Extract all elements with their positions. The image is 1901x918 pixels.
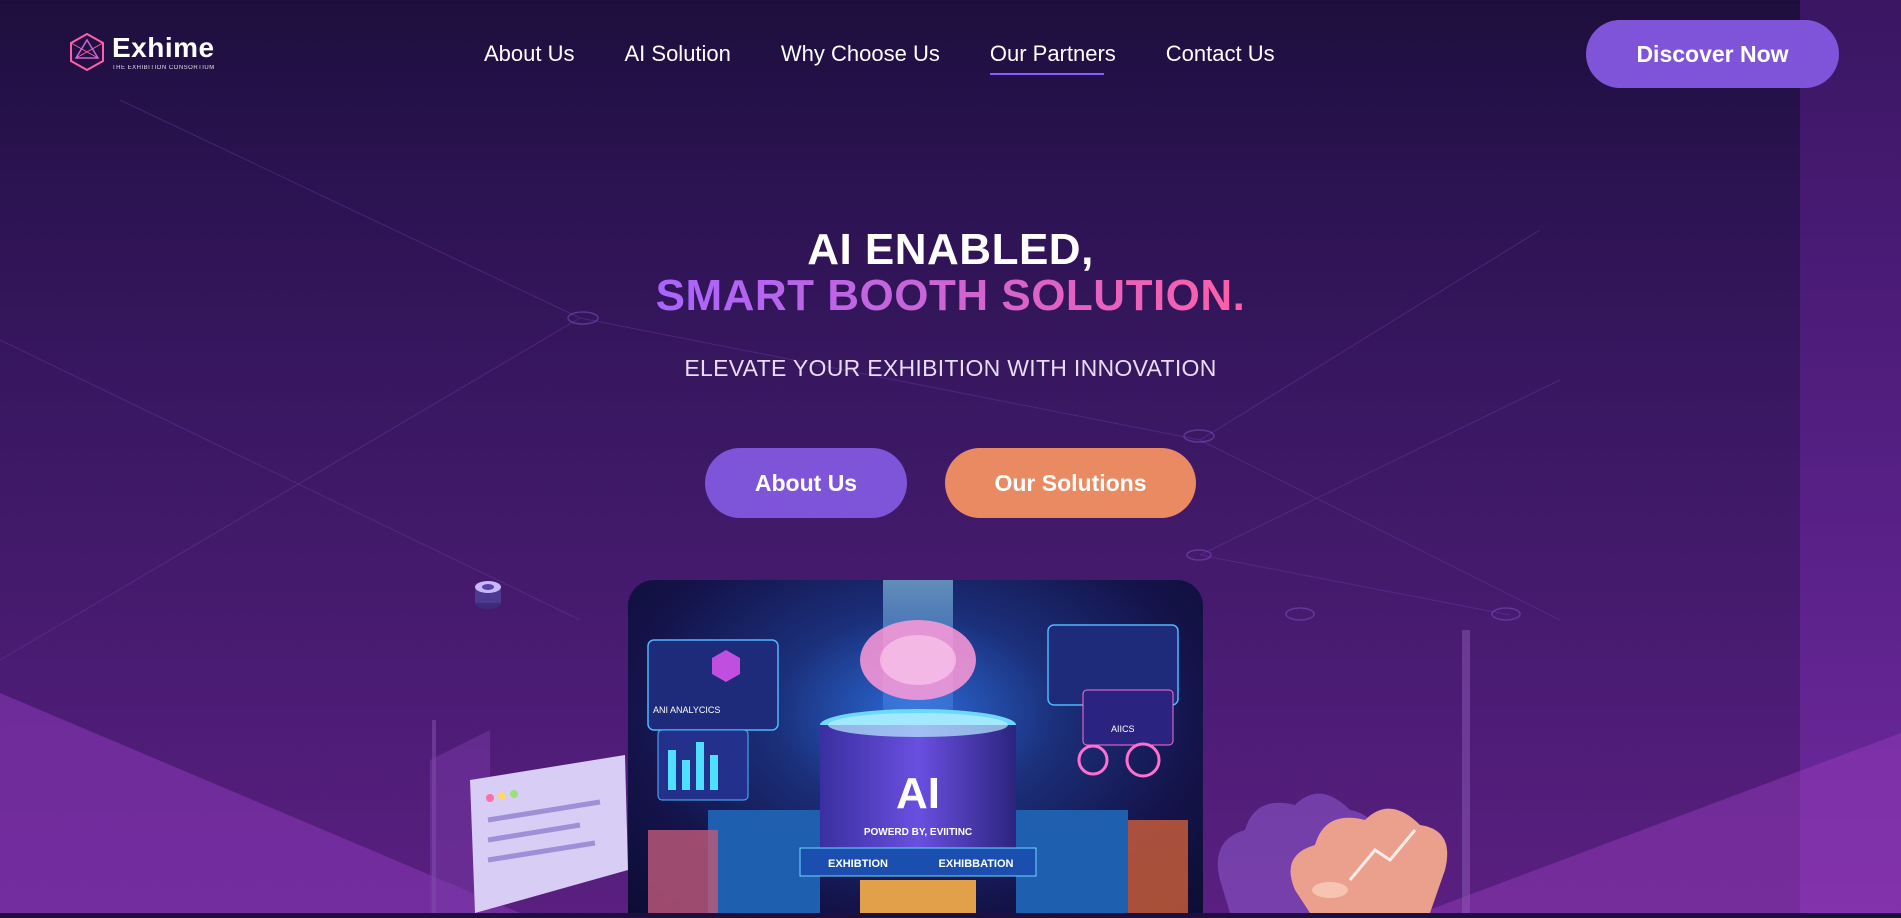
nav-ai-solution[interactable]: AI Solution <box>625 41 731 75</box>
main-nav: About Us AI Solution Why Choose Us Our P… <box>484 41 1275 75</box>
pillar-right-decoration <box>1462 630 1470 913</box>
about-us-button[interactable]: About Us <box>705 448 907 518</box>
brand-logo[interactable]: Exhime THE EXHIBITION CONSORTIUM <box>68 32 215 72</box>
site-header: Exhime THE EXHIBITION CONSORTIUM About U… <box>0 0 1901 110</box>
panel-right-label: AIICS <box>1111 724 1135 734</box>
brand-name: Exhime <box>112 31 215 63</box>
floor-right-decoration <box>1421 733 1901 913</box>
hero-title-gradient-text: SMART BOOTH SOLUTION. <box>655 271 1246 320</box>
cloud-analytics-illustration <box>1217 793 1448 913</box>
brand-tagline: THE EXHIBITION CONSORTIUM <box>112 64 215 71</box>
nav-our-partners[interactable]: Our Partners <box>989 41 1116 75</box>
nav-about-us[interactable]: About Us <box>484 41 575 75</box>
hero-booth-image: AI POWERD BY, EVIITINC EXHIBTION EXHIBBA… <box>628 580 1203 913</box>
hero-title-line2: SMART BOOTH SOLUTION. <box>0 271 1901 321</box>
nav-why-choose-us[interactable]: Why Choose Us <box>781 41 940 75</box>
our-solutions-button[interactable]: Our Solutions <box>945 448 1196 518</box>
browser-window-illustration <box>430 730 628 913</box>
floor-left-decoration <box>0 693 520 913</box>
hero-title-line1: AI ENABLED, <box>807 225 1094 274</box>
panel-left-label: ANI ANALYCICS <box>653 705 720 715</box>
booth-powered-label: POWERD BY, EVIITINC <box>864 827 972 838</box>
nav-contact-us[interactable]: Contact Us <box>1166 41 1275 75</box>
right-side-panel <box>1800 0 1901 913</box>
booth-banner-right: EXHIBBATION <box>939 858 1014 870</box>
logo-icon <box>70 32 104 72</box>
booth-ai-label: AI <box>896 769 940 818</box>
pillar-left-decoration <box>432 720 436 913</box>
booth-banner-left: EXHIBTION <box>828 858 888 870</box>
discover-now-button[interactable]: Discover Now <box>1586 20 1839 88</box>
hero-subtitle: ELEVATE YOUR EXHIBITION WITH INNOVATION <box>684 355 1217 381</box>
floating-cylinder-icon <box>475 581 501 609</box>
ai-booth-illustration: AI POWERD BY, EVIITINC EXHIBTION EXHIBBA… <box>647 580 1188 913</box>
